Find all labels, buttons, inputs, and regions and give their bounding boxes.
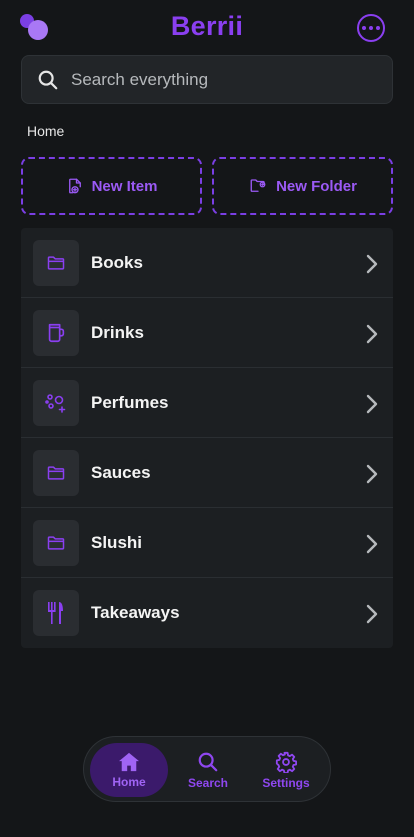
app-header: Berrii <box>0 0 414 56</box>
folder-label: Takeaways <box>91 603 180 622</box>
folder-icon <box>33 520 79 566</box>
new-folder-button[interactable]: New Folder <box>212 157 393 215</box>
file-plus-icon <box>68 178 81 194</box>
folder-row-slushi[interactable]: Slushi <box>21 508 393 578</box>
tab-label: Search <box>187 775 229 790</box>
folder-label: Books <box>91 253 143 272</box>
utensils-icon <box>33 590 79 636</box>
search-icon <box>38 70 58 90</box>
app-title: Berrii <box>170 11 244 41</box>
folder-row-books[interactable]: Books <box>21 228 393 298</box>
bubbles-icon <box>33 380 79 426</box>
search-bar[interactable] <box>21 55 393 104</box>
folder-row-takeaways[interactable]: Takeaways <box>21 578 393 648</box>
tab-home[interactable]: Home <box>90 743 168 797</box>
chevron-right-icon <box>366 324 378 344</box>
folder-icon <box>33 240 79 286</box>
folder-label: Drinks <box>91 323 144 342</box>
tab-search[interactable]: Search <box>169 743 247 797</box>
search-input[interactable] <box>71 56 381 103</box>
new-item-label: New Item <box>91 177 158 195</box>
tab-settings[interactable]: Settings <box>247 743 325 797</box>
chevron-right-icon <box>366 254 378 274</box>
more-options-button[interactable] <box>357 14 385 42</box>
more-horizontal-icon <box>362 26 366 30</box>
new-folder-label: New Folder <box>276 177 357 195</box>
chevron-right-icon <box>366 534 378 554</box>
folder-icon <box>33 450 79 496</box>
new-item-button[interactable]: New Item <box>21 157 202 215</box>
home-icon <box>119 752 139 771</box>
folder-label: Sauces <box>91 463 151 482</box>
chevron-right-icon <box>366 394 378 414</box>
folder-list: Books Drinks Perfumes Sauces Slushi Take <box>21 228 393 648</box>
folder-row-perfumes[interactable]: Perfumes <box>21 368 393 438</box>
breadcrumb[interactable]: Home <box>27 123 64 139</box>
tab-label: Settings <box>262 775 310 790</box>
bottom-tab-bar: Home Search Settings <box>83 736 331 802</box>
folder-row-drinks[interactable]: Drinks <box>21 298 393 368</box>
chevron-right-icon <box>366 464 378 484</box>
search-icon <box>198 752 218 771</box>
mug-icon <box>33 310 79 356</box>
gear-icon <box>275 751 297 773</box>
folder-label: Perfumes <box>91 393 169 412</box>
folder-plus-icon <box>250 179 266 192</box>
folder-row-sauces[interactable]: Sauces <box>21 438 393 508</box>
chevron-right-icon <box>366 604 378 624</box>
tab-label: Home <box>112 774 146 789</box>
folder-label: Slushi <box>91 533 143 552</box>
